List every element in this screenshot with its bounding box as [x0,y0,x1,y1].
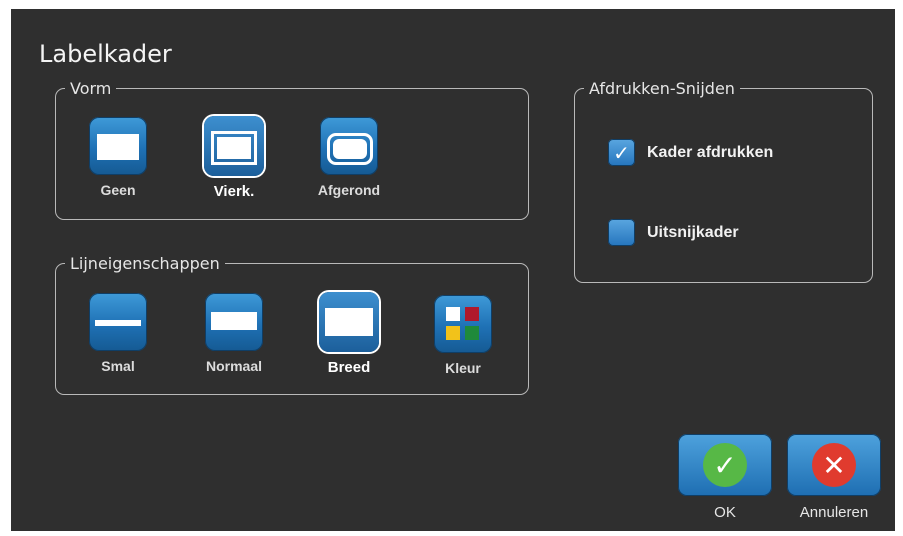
shape-option-rounded[interactable]: Afgerond [304,117,394,198]
print-frame-checkbox[interactable]: ✓ [608,139,635,166]
normal-line-icon [205,293,263,351]
color-swatch [465,326,479,340]
cancel-label: Annuleren [799,504,869,521]
line-option-normal[interactable]: Normaal [189,293,279,374]
checkmark-icon: ✓ [613,140,630,165]
shape-option-label: Afgerond [317,182,381,198]
color-swatch [465,307,479,321]
cut-frame-option[interactable]: Uitsnijkader [608,219,739,246]
color-swatch [446,326,460,340]
line-option-narrow[interactable]: Smal [73,293,163,374]
shape-option-square[interactable]: Vierk. [189,116,279,200]
no-frame-icon [89,117,147,175]
print-cut-group: Afdrukken-Snijden ✓ Kader afdrukken Uits… [574,79,873,283]
print-frame-label: Kader afdrukken [647,143,774,161]
shape-option-label: Vierk. [213,183,255,200]
dialog-title: Labelkader [39,40,172,68]
shape-option-none[interactable]: Geen [73,117,163,198]
shape-option-label: Geen [100,182,136,198]
check-icon: ✓ [703,443,747,487]
color-swatch [446,307,460,321]
shape-group-legend: Vorm [70,79,112,98]
cancel-button[interactable]: ✕ [787,434,881,496]
print-cut-group-legend: Afdrukken-Snijden [589,79,735,98]
ok-label: OK [714,504,736,521]
labelkader-dialog: Labelkader Vorm Geen Vierk. Afgerond Lij… [11,9,895,531]
shape-group: Vorm Geen Vierk. Afgerond [55,79,529,220]
print-frame-option[interactable]: ✓ Kader afdrukken [608,139,773,166]
narrow-line-icon [89,293,147,351]
rounded-frame-icon [320,117,378,175]
line-option-label: Breed [327,359,371,376]
line-option-label: Normaal [205,358,263,374]
line-option-label: Smal [101,358,135,374]
line-option-label: Kleur [445,360,481,376]
line-option-wide[interactable]: Breed [304,292,394,376]
cut-frame-checkbox[interactable] [608,219,635,246]
line-group: Lijneigenschappen Smal Normaal Breed Kle… [55,254,529,395]
color-grid-icon [434,295,492,353]
cut-frame-label: Uitsnijkader [647,223,739,241]
ok-button[interactable]: ✓ [678,434,772,496]
wide-line-icon [319,292,379,352]
square-frame-icon [204,116,264,176]
close-icon: ✕ [812,443,856,487]
line-group-legend: Lijneigenschappen [70,254,220,273]
ok-action[interactable]: ✓ OK [677,434,773,521]
line-option-color[interactable]: Kleur [418,295,508,376]
cancel-action[interactable]: ✕ Annuleren [786,434,882,521]
